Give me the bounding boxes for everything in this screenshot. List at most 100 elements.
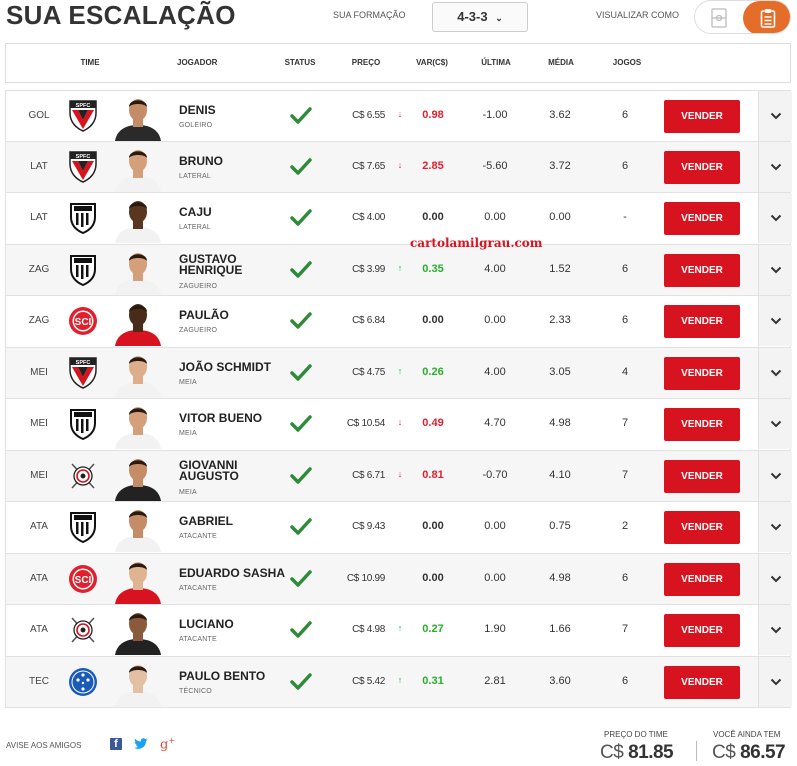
svg-text:SCI: SCI [75, 575, 92, 586]
price-variation: 0.00 [422, 571, 444, 584]
view-toggle[interactable] [694, 0, 791, 34]
player-price: C$ 5.42 [352, 675, 385, 687]
expand-row-button[interactable] [758, 296, 792, 346]
price-variation: 0.00 [422, 520, 444, 532]
sell-button[interactable]: VENDER [664, 459, 740, 493]
sell-button[interactable]: VENDER [664, 305, 740, 338]
status-check-icon [290, 260, 312, 280]
games-played: 6 [621, 674, 629, 687]
player-row: MEI VITOR BUENO MEIA C$ 10.54 ↓ 0.49 4.70 4.98 7… [5, 399, 792, 451]
games-played: 6 [621, 159, 629, 172]
top-bar: SUA ESCALAÇÃO SUA FORMAÇÃO 4-3-3 ⌄ VISUA… [0, 0, 797, 40]
average-score: 3.72 [549, 159, 571, 172]
player-photo [111, 506, 165, 552]
share-label: AVISE AOS AMIGOS [6, 741, 82, 750]
games-played: 2 [621, 520, 629, 532]
sell-button[interactable]: VENDER [664, 665, 740, 699]
last-score: 4.00 [484, 262, 506, 275]
games-played: 6 [621, 262, 629, 275]
expand-row-button[interactable] [758, 141, 792, 192]
player-row: ZAG SCI PAULÃO ZAGUEIRO C$ 6.84 0.00 0.00 2.33 6… [5, 296, 792, 348]
field-icon [711, 8, 727, 28]
expand-row-button[interactable] [758, 244, 792, 295]
price-variation: 0.81 [422, 468, 444, 481]
sell-button[interactable]: VENDER [664, 511, 740, 544]
player-photo [111, 609, 165, 655]
chevron-down-icon [770, 523, 781, 531]
player-price: C$ 6.55 [352, 110, 385, 121]
expand-row-button[interactable] [758, 347, 792, 398]
average-score: 1.52 [549, 262, 571, 275]
club-crest-icon [68, 407, 98, 441]
expand-row-button[interactable] [758, 502, 792, 552]
club-crest-icon: SPFC [68, 356, 98, 390]
formation-select[interactable]: 4-3-3 ⌄ [432, 2, 528, 32]
expand-row-button[interactable] [758, 553, 792, 604]
sell-button[interactable]: VENDER [664, 614, 740, 647]
footer-divider [696, 741, 697, 761]
price-variation: 0.00 [422, 211, 444, 223]
games-played: 6 [621, 571, 629, 584]
average-score: 1.66 [549, 623, 571, 635]
facebook-icon[interactable]: f [110, 738, 122, 751]
google-plus-icon[interactable]: g+ [160, 736, 175, 752]
formation-label: SUA FORMAÇÃO [333, 10, 406, 20]
club-crest-icon: SCI [68, 562, 98, 596]
field-view-button[interactable] [695, 1, 743, 33]
team-price: C$ 81.85 [600, 742, 674, 764]
average-score: 3.62 [549, 109, 571, 121]
player-row: ATA SCI EDUARDO SASHA ATACANTE C$ 10.99 0.00 0… [5, 553, 792, 605]
club-crest-icon [68, 201, 98, 235]
expand-row-button[interactable] [758, 399, 792, 449]
expand-row-button[interactable] [758, 193, 792, 243]
player-role: GOLEIRO [179, 122, 213, 129]
last-score: 0.00 [484, 211, 506, 223]
games-played: 6 [621, 314, 629, 326]
price-variation: 0.98 [422, 109, 444, 121]
player-price: C$ 7.65 [352, 160, 385, 172]
last-score: -1.00 [482, 109, 508, 121]
expand-row-button[interactable] [758, 450, 792, 501]
twitter-icon[interactable] [134, 738, 148, 750]
position-label: ATA [30, 521, 48, 532]
sell-button[interactable]: VENDER [664, 202, 740, 235]
sell-button[interactable]: VENDER [664, 100, 740, 133]
sell-button[interactable]: VENDER [664, 408, 740, 441]
player-name: GABRIEL [179, 514, 233, 528]
col-status: STATUS [284, 58, 316, 67]
position-label: TEC [29, 675, 49, 687]
status-check-icon [290, 466, 312, 486]
club-crest-icon [68, 665, 98, 699]
expand-row-button[interactable] [758, 91, 792, 141]
variation-arrow-icon: ↑ [397, 262, 403, 273]
last-score: 4.70 [484, 417, 506, 429]
price-variation: 0.49 [422, 417, 444, 429]
sell-button[interactable]: VENDER [664, 356, 740, 390]
expand-row-button[interactable] [758, 656, 792, 707]
last-score: -5.60 [482, 159, 508, 172]
player-price: C$ 3.99 [352, 263, 385, 275]
last-score: 1.90 [484, 623, 506, 635]
list-view-button[interactable] [743, 1, 790, 33]
player-photo [111, 352, 165, 398]
player-row: MEI SPFC JOÃO SCHMIDT MEIA C$ 4.75 ↑ 0.26 4.00 3… [5, 347, 792, 399]
player-photo [111, 403, 165, 449]
club-crest-icon: SCI [68, 304, 98, 338]
player-row: TEC PAULO BENTO TÉCNICO C$ 5.42 ↑ 0.31 2.81 3.6… [5, 656, 792, 708]
sell-button[interactable]: VENDER [664, 253, 740, 287]
variation-arrow-icon: ↑ [397, 365, 403, 376]
player-name: GIOVANNI AUGUSTO [179, 457, 239, 483]
sell-button[interactable]: VENDER [664, 562, 740, 596]
expand-row-button[interactable] [758, 605, 792, 655]
variation-arrow-icon: ↓ [397, 417, 403, 427]
remaining-label: VOCÊ AINDA TEM [713, 730, 781, 739]
average-score: 4.98 [549, 417, 571, 429]
chevron-down-icon [770, 472, 781, 479]
col-jogos: JOGOS [612, 58, 642, 67]
team-price-value: 81.85 [628, 742, 674, 763]
sell-button[interactable]: VENDER [664, 150, 740, 184]
svg-text:SCI: SCI [75, 317, 92, 328]
chevron-down-icon [770, 266, 781, 273]
average-score: 4.98 [549, 571, 571, 584]
average-score: 2.33 [549, 314, 571, 326]
